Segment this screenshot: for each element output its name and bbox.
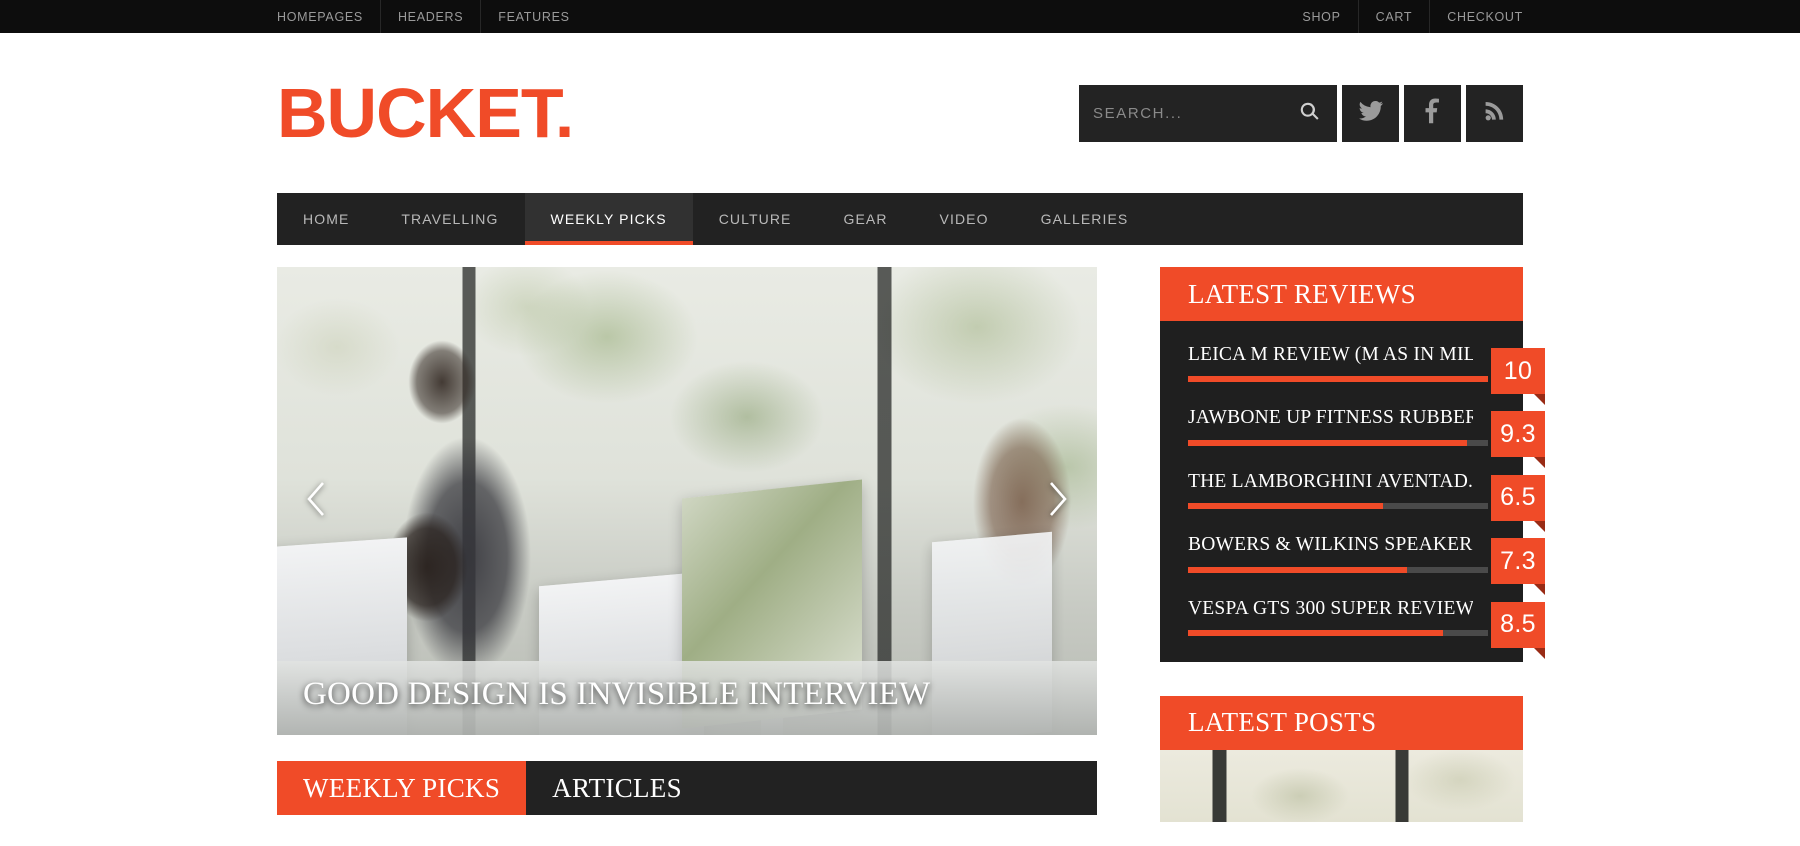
review-score-badge: 9.3 <box>1491 411 1545 469</box>
latest-posts-title: LATEST POSTS <box>1160 695 1523 750</box>
review-score-bar-fill <box>1188 629 1443 636</box>
review-score-bar-fill <box>1188 376 1488 383</box>
social-link-twitter[interactable] <box>1342 84 1399 142</box>
review-item[interactable]: VESPA GTS 300 SUPER REVIEW 8.5 <box>1160 597 1545 659</box>
twitter-icon <box>1358 98 1384 129</box>
topnav-item-homepages[interactable]: HOMEPAGES <box>277 0 381 33</box>
hero-next-button[interactable] <box>1035 473 1081 529</box>
review-score-bar <box>1188 439 1488 446</box>
primary-nav: HOME TRAVELLING WEEKLY PICKS CULTURE GEA… <box>277 193 1523 245</box>
review-title: VESPA GTS 300 SUPER REVIEW <box>1188 597 1473 619</box>
site-logo[interactable]: BUCKET. <box>277 78 574 148</box>
topnav-item-shop[interactable]: SHOP <box>1285 0 1359 33</box>
review-title: LEICA M REVIEW (M AS IN MIL... <box>1188 344 1473 365</box>
hero-caption[interactable]: GOOD DESIGN IS INVISIBLE INTERVIEW <box>303 676 930 713</box>
topnav-item-cart[interactable]: CART <box>1359 0 1431 33</box>
top-nav-left: HOMEPAGES HEADERS FEATURES <box>277 0 587 33</box>
topnav-item-checkout[interactable]: CHECKOUT <box>1430 0 1523 33</box>
review-score-badge: 7.3 <box>1491 538 1545 596</box>
review-item[interactable]: BOWERS & WILKINS SPEAKERS 7.3 <box>1160 533 1545 596</box>
widget-latest-reviews: LATEST REVIEWS LEICA M REVIEW (M AS IN M… <box>1160 267 1545 662</box>
tab-weekly-picks[interactable]: WEEKLY PICKS <box>277 761 527 815</box>
nav-item-weekly-picks[interactable]: WEEKLY PICKS <box>524 193 693 245</box>
review-score-bar-fill <box>1188 503 1383 510</box>
review-title: THE LAMBORGHINI AVENTAD... <box>1188 470 1473 492</box>
review-score-bar <box>1188 629 1488 636</box>
review-score-bar <box>1188 503 1488 510</box>
review-score-bar-fill <box>1188 439 1467 446</box>
social-link-facebook[interactable] <box>1404 84 1461 142</box>
site-header: BUCKET. <box>277 33 1523 193</box>
search-input[interactable] <box>1093 104 1295 122</box>
review-title: JAWBONE UP FITNESS RUBBER ... <box>1188 407 1473 429</box>
nav-item-travelling[interactable]: TRAVELLING <box>375 193 524 245</box>
top-utility-bar-inner: HOMEPAGES HEADERS FEATURES SHOP CART CHE… <box>277 0 1523 33</box>
search-submit-button[interactable] <box>1295 99 1323 127</box>
review-score-badge: 6.5 <box>1491 474 1545 532</box>
header-tools <box>1079 84 1523 142</box>
sidebar: LATEST REVIEWS LEICA M REVIEW (M AS IN M… <box>1160 267 1545 846</box>
content-tabs: WEEKLY PICKS ARTICLES <box>277 761 1097 815</box>
topnav-item-features[interactable]: FEATURES <box>481 0 586 33</box>
tab-articles[interactable]: ARTICLES <box>526 761 708 815</box>
widget-latest-posts: LATEST POSTS <box>1160 695 1523 822</box>
post-thumbnail <box>1160 749 1523 822</box>
review-title: BOWERS & WILKINS SPEAKERS <box>1188 534 1473 556</box>
latest-posts-list[interactable] <box>1160 749 1523 822</box>
topnav-item-headers[interactable]: HEADERS <box>381 0 482 33</box>
nav-item-video[interactable]: VIDEO <box>914 193 1015 245</box>
rss-icon <box>1483 99 1507 128</box>
social-link-rss[interactable] <box>1466 84 1523 142</box>
review-item[interactable]: THE LAMBORGHINI AVENTAD... 6.5 <box>1160 470 1545 532</box>
review-item[interactable]: JAWBONE UP FITNESS RUBBER ... 9.3 <box>1160 406 1545 469</box>
content-area: GOOD DESIGN IS INVISIBLE INTERVIEW WEEKL… <box>277 267 1545 846</box>
review-score-bar-fill <box>1188 566 1407 573</box>
facebook-icon <box>1420 98 1446 129</box>
chevron-right-icon <box>1045 479 1071 524</box>
review-score-badge: 8.5 <box>1491 601 1545 659</box>
nav-item-gear[interactable]: GEAR <box>817 193 913 245</box>
nav-item-galleries[interactable]: GALLERIES <box>1015 193 1155 245</box>
nav-item-culture[interactable]: CULTURE <box>693 193 818 245</box>
search-icon <box>1299 101 1320 125</box>
top-utility-bar: HOMEPAGES HEADERS FEATURES SHOP CART CHE… <box>0 0 1800 33</box>
search-form <box>1079 84 1337 142</box>
top-nav-right: SHOP CART CHECKOUT <box>1285 0 1523 33</box>
nav-item-home[interactable]: HOME <box>277 193 375 245</box>
review-score-bar <box>1188 376 1488 383</box>
latest-reviews-title: LATEST REVIEWS <box>1160 267 1523 321</box>
hero-slider[interactable]: GOOD DESIGN IS INVISIBLE INTERVIEW <box>277 267 1097 735</box>
hero-prev-button[interactable] <box>293 473 339 529</box>
review-score-badge: 10 <box>1491 348 1545 405</box>
latest-reviews-list: LEICA M REVIEW (M AS IN MIL... 10 JAWBON… <box>1160 321 1545 662</box>
review-item[interactable]: LEICA M REVIEW (M AS IN MIL... 10 <box>1160 343 1545 405</box>
main-column: GOOD DESIGN IS INVISIBLE INTERVIEW WEEKL… <box>277 267 1097 815</box>
review-score-bar <box>1188 566 1488 573</box>
chevron-left-icon <box>303 479 329 524</box>
